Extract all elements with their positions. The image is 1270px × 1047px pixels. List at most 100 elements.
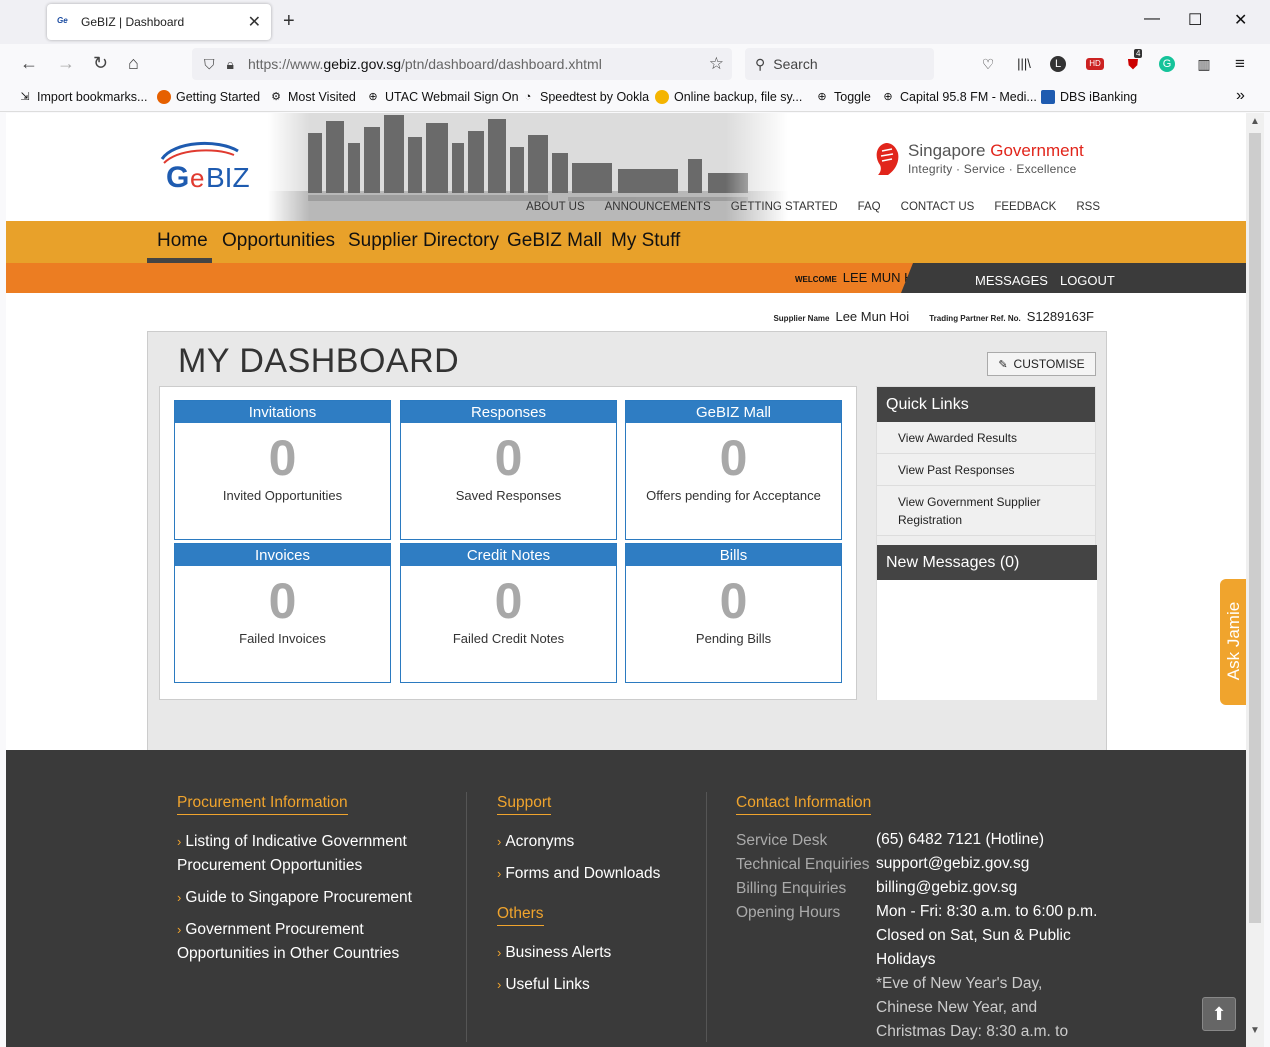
footer-link-business-alerts[interactable]: › Business Alerts <box>497 941 611 965</box>
nav-home[interactable]: Home <box>157 230 208 252</box>
messages-link[interactable]: MESSAGES <box>975 273 1048 288</box>
gebiz-favicon-icon: Ge <box>57 16 68 25</box>
lock-icon[interactable]: 🔒︎ <box>227 56 234 73</box>
web-page: G e BIZ Singapore Government Integrity ·… <box>6 113 1246 1047</box>
bookmark-item[interactable]: ⊕ Toggle <box>815 90 870 104</box>
search-input[interactable]: ⚲ Search <box>745 48 934 80</box>
announcements-link[interactable]: ANNOUNCEMENTS <box>605 201 711 213</box>
close-tab-icon[interactable]: ✕ <box>248 12 261 32</box>
hd-extension-icon[interactable]: HD <box>1086 58 1104 70</box>
tiles-panel: Invitations 0 Invited Opportunities Resp… <box>159 386 857 700</box>
trading-ref: S1289163F <box>1026 309 1094 324</box>
bookmark-item[interactable]: Online backup, file sy... <box>655 90 802 104</box>
footer-link-other-countries[interactable]: › Government Procurement Opportunities in… <box>177 918 417 966</box>
page-scrollbar[interactable]: ▲ ▼ <box>1246 113 1264 1047</box>
getting-started-link[interactable]: GETTING STARTED <box>731 201 838 213</box>
tile-gebiz-mall[interactable]: GeBIZ Mall 0 Offers pending for Acceptan… <box>625 400 842 540</box>
tile-count[interactable]: 0 <box>175 428 390 488</box>
new-messages-header[interactable]: New Messages (0) <box>877 545 1097 580</box>
menu-icon[interactable]: ≡ <box>1230 54 1250 74</box>
nav-opportunities[interactable]: Opportunities <box>222 230 335 252</box>
tile-invitations[interactable]: Invitations 0 Invited Opportunities <box>174 400 391 540</box>
bookmark-item[interactable]: ⊕ Capital 95.8 FM - Medi... <box>881 90 1036 104</box>
ask-jamie-button[interactable]: Ask Jamie <box>1220 579 1246 705</box>
bookmark-item[interactable]: DBS iBanking <box>1041 90 1137 104</box>
contact-billing-email[interactable]: billing@gebiz.gov.sg <box>876 876 1017 900</box>
extensions-icon[interactable]: ▥ <box>1194 54 1214 74</box>
footer-link-guide-procurement[interactable]: › Guide to Singapore Procurement <box>177 886 417 910</box>
scroll-up-icon[interactable]: ▲ <box>1250 116 1260 127</box>
footer-link-useful-links[interactable]: › Useful Links <box>497 973 590 997</box>
home-icon[interactable]: ⌂ <box>128 53 139 74</box>
contact-us-link[interactable]: CONTACT US <box>901 201 975 213</box>
more-bookmarks-icon[interactable]: » <box>1236 87 1245 105</box>
footer-link-indicative-opportunities[interactable]: › Listing of Indicative Government Procur… <box>177 830 417 878</box>
tile-count[interactable]: 0 <box>626 571 841 631</box>
quick-links-title: Quick Links <box>877 387 1095 422</box>
browser-tab[interactable]: Ge GeBIZ | Dashboard ✕ <box>47 4 271 40</box>
bookmark-star-icon[interactable]: ☆ <box>709 54 724 74</box>
about-us-link[interactable]: ABOUT US <box>526 201 585 213</box>
nav-my-stuff[interactable]: My Stuff <box>611 230 680 252</box>
maximize-icon[interactable]: ☐ <box>1188 10 1202 30</box>
singapore-government-logo[interactable]: Singapore Government Integrity · Service… <box>872 141 1084 177</box>
tile-count[interactable]: 0 <box>401 571 616 631</box>
rss-link[interactable]: RSS <box>1076 201 1100 213</box>
tile-count[interactable]: 0 <box>401 428 616 488</box>
close-window-icon[interactable]: ✕ <box>1234 10 1247 30</box>
shield-icon[interactable]: ⛉ <box>204 56 215 73</box>
bookmark-item[interactable]: ⊕ UTAC Webmail Sign On <box>366 90 518 104</box>
pocket-icon[interactable]: ♡ <box>978 54 998 74</box>
firefox-icon <box>157 90 171 104</box>
contact-support-email[interactable]: support@gebiz.gov.sg <box>876 852 1029 876</box>
tile-count[interactable]: 0 <box>175 571 390 631</box>
contact-closed-days: Closed on Sat, Sun & Public Holidays <box>876 927 1071 968</box>
tile-title: Invoices <box>175 544 390 566</box>
footer-link-acronyms[interactable]: › Acronyms <box>497 830 574 854</box>
account-icon[interactable]: L <box>1050 56 1066 72</box>
faq-link[interactable]: FAQ <box>858 201 881 213</box>
reload-icon[interactable]: ↻ <box>93 53 108 74</box>
nav-supplier-directory[interactable]: Supplier Directory <box>348 230 499 252</box>
scroll-down-icon[interactable]: ▼ <box>1250 1025 1260 1036</box>
quick-link-past-responses[interactable]: View Past Responses <box>877 454 1095 486</box>
library-icon[interactable]: |||\ <box>1014 54 1034 74</box>
grammarly-icon[interactable]: G <box>1159 56 1175 72</box>
forward-icon[interactable]: → <box>57 53 75 74</box>
quick-link-awarded-results[interactable]: View Awarded Results <box>877 422 1095 454</box>
new-messages-body <box>877 580 1097 700</box>
contact-label: Technical Enquiries <box>736 856 870 873</box>
footer-link-forms-downloads[interactable]: › Forms and Downloads <box>497 862 660 886</box>
scrollbar-thumb[interactable] <box>1249 133 1261 923</box>
new-tab-icon[interactable]: + <box>283 10 295 33</box>
back-icon[interactable]: ← <box>20 53 38 74</box>
back-to-top-button[interactable]: ⬆ <box>1202 997 1236 1031</box>
tile-credit-notes[interactable]: Credit Notes 0 Failed Credit Notes <box>400 543 617 683</box>
tile-responses[interactable]: Responses 0 Saved Responses <box>400 400 617 540</box>
contact-eve-hours: *Eve of New Year's Day, Chinese New Year… <box>876 975 1069 1040</box>
minimize-icon[interactable]: — <box>1144 10 1160 28</box>
globe-icon: ⊕ <box>883 91 893 103</box>
globe-icon: ⊕ <box>817 91 827 103</box>
search-icon: ⚲ <box>755 55 766 72</box>
tile-invoices[interactable]: Invoices 0 Failed Invoices <box>174 543 391 683</box>
tile-count[interactable]: 0 <box>626 428 841 488</box>
customise-button[interactable]: ✎ CUSTOMISE <box>987 352 1096 376</box>
svg-text:G: G <box>166 161 189 194</box>
bookmark-item[interactable]: Getting Started <box>157 90 260 104</box>
tile-bills[interactable]: Bills 0 Pending Bills <box>625 543 842 683</box>
bookmark-item[interactable]: ◔ Speedtest by Ookla <box>521 90 649 104</box>
user-links: MESSAGES LOGOUT <box>975 273 1115 288</box>
bookmark-item[interactable]: ⇲ Import bookmarks... <box>18 90 147 104</box>
gebiz-logo[interactable]: G e BIZ <box>156 137 256 197</box>
url-text[interactable]: https://www.gebiz.gov.sg/ptn/dashboard/d… <box>248 56 602 72</box>
quick-link-supplier-registration[interactable]: View Government Supplier Registration <box>877 486 1095 536</box>
browser-tab-bar: Ge GeBIZ | Dashboard ✕ + — ☐ ✕ <box>0 0 1270 44</box>
tile-title: Responses <box>401 401 616 423</box>
nav-gebiz-mall[interactable]: GeBIZ Mall <box>507 230 602 252</box>
logout-link[interactable]: LOGOUT <box>1060 273 1115 288</box>
address-bar[interactable]: ⛉ 🔒︎ https://www.gebiz.gov.sg/ptn/dashbo… <box>192 48 732 80</box>
bookmark-item[interactable]: ⚙ Most Visited <box>269 90 356 104</box>
feedback-link[interactable]: FEEDBACK <box>994 201 1056 213</box>
contact-label: Service Desk <box>736 832 828 849</box>
